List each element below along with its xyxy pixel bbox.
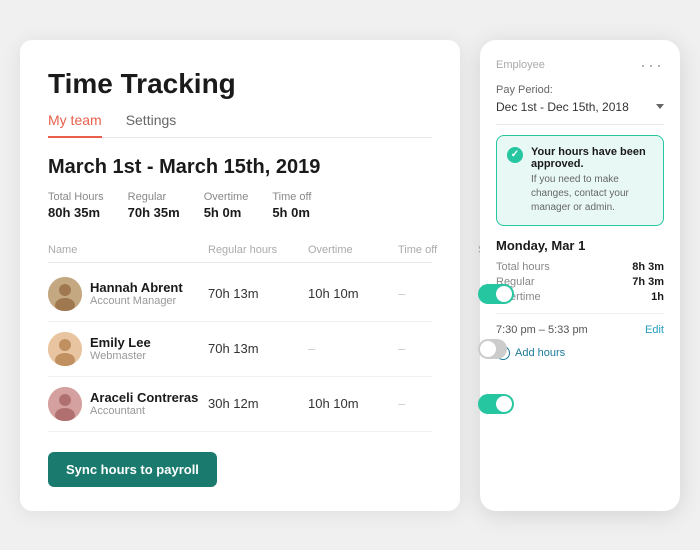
- stat-regular: Regular 70h 35m: [128, 191, 180, 220]
- col-timeoff: Time off: [398, 244, 478, 256]
- regular-hours: 70h 13m: [208, 341, 308, 356]
- employee-info: Araceli Contreras Accountant: [48, 387, 208, 421]
- tab-my-team[interactable]: My team: [48, 112, 102, 138]
- chevron-down-icon: [656, 104, 664, 109]
- day-stat-overtime: Overtime 1h: [496, 291, 664, 303]
- status-toggle[interactable]: [478, 284, 514, 304]
- add-hours-button[interactable]: + Add hours: [496, 346, 664, 360]
- date-range: March 1st - March 15th, 2019: [48, 156, 432, 179]
- day-title: Monday, Mar 1: [496, 238, 664, 253]
- avatar: [48, 277, 82, 311]
- table-row: Araceli Contreras Accountant 30h 12m 10h…: [48, 377, 432, 432]
- mobile-card: Employee ··· Pay Period: Dec 1st - Dec 1…: [480, 40, 680, 511]
- overtime-hours: –: [308, 341, 398, 356]
- approved-banner: Your hours have been approved. If you ne…: [496, 135, 664, 226]
- pay-period-select[interactable]: Dec 1st - Dec 15th, 2018: [496, 100, 664, 125]
- avatar: [48, 332, 82, 366]
- table-header: Name Regular hours Overtime Time off Sta…: [48, 238, 432, 263]
- table-row: Emily Lee Webmaster 70h 13m – – Not appr…: [48, 322, 432, 377]
- employee-name: Araceli Contreras: [90, 390, 198, 405]
- page-title: Time Tracking: [48, 68, 432, 100]
- pay-period-value: Dec 1st - Dec 15th, 2018: [496, 100, 629, 114]
- desktop-card: Time Tracking My team Settings March 1st…: [20, 40, 460, 511]
- regular-hours: 70h 13m: [208, 286, 308, 301]
- stat-total-hours: Total Hours 80h 35m: [48, 191, 104, 220]
- stat-timeoff: Time off 5h 0m: [272, 191, 311, 220]
- avatar: [48, 387, 82, 421]
- status-toggle[interactable]: [478, 339, 507, 359]
- timeoff-hours: –: [398, 396, 478, 411]
- edit-link[interactable]: Edit: [645, 324, 664, 336]
- status-toggle[interactable]: [478, 394, 514, 414]
- overtime-hours: 10h 10m: [308, 286, 398, 301]
- employee-name: Hannah Abrent: [90, 280, 183, 295]
- stats-row: Total Hours 80h 35m Regular 70h 35m Over…: [48, 191, 432, 220]
- tab-bar: My team Settings: [48, 112, 432, 138]
- more-options-icon[interactable]: ···: [640, 56, 664, 74]
- employee-info: Emily Lee Webmaster: [48, 332, 208, 366]
- banner-bold: Your hours have been approved.: [531, 146, 653, 170]
- pay-period-label: Pay Period:: [496, 84, 664, 96]
- table-row: Hannah Abrent Account Manager 70h 13m 10…: [48, 267, 432, 322]
- tab-settings[interactable]: Settings: [126, 112, 177, 138]
- employee-role: Webmaster: [90, 350, 151, 362]
- timeoff-hours: –: [398, 286, 478, 301]
- day-stat-regular: Regular 7h 3m: [496, 276, 664, 288]
- time-entry-row: 7:30 pm – 5:33 pm Edit: [496, 313, 664, 336]
- employee-info: Hannah Abrent Account Manager: [48, 277, 208, 311]
- add-hours-label: Add hours: [515, 347, 565, 359]
- employee-name: Emily Lee: [90, 335, 151, 350]
- mobile-header: Employee ···: [496, 56, 664, 74]
- col-name: Name: [48, 244, 208, 256]
- overtime-hours: 10h 10m: [308, 396, 398, 411]
- banner-text: Your hours have been approved. If you ne…: [531, 146, 653, 215]
- banner-sub: If you need to make changes, contact you…: [531, 173, 653, 215]
- timeoff-hours: –: [398, 341, 478, 356]
- sync-button[interactable]: Sync hours to payroll: [48, 452, 217, 487]
- col-overtime: Overtime: [308, 244, 398, 256]
- check-icon: [507, 147, 523, 163]
- employee-role: Account Manager: [90, 295, 183, 307]
- employee-label: Employee: [496, 59, 545, 71]
- regular-hours: 30h 12m: [208, 396, 308, 411]
- stat-overtime: Overtime 5h 0m: [204, 191, 249, 220]
- day-stat-total: Total hours 8h 3m: [496, 261, 664, 273]
- time-entry-text: 7:30 pm – 5:33 pm: [496, 324, 588, 336]
- employee-role: Accountant: [90, 405, 198, 417]
- col-regular: Regular hours: [208, 244, 308, 256]
